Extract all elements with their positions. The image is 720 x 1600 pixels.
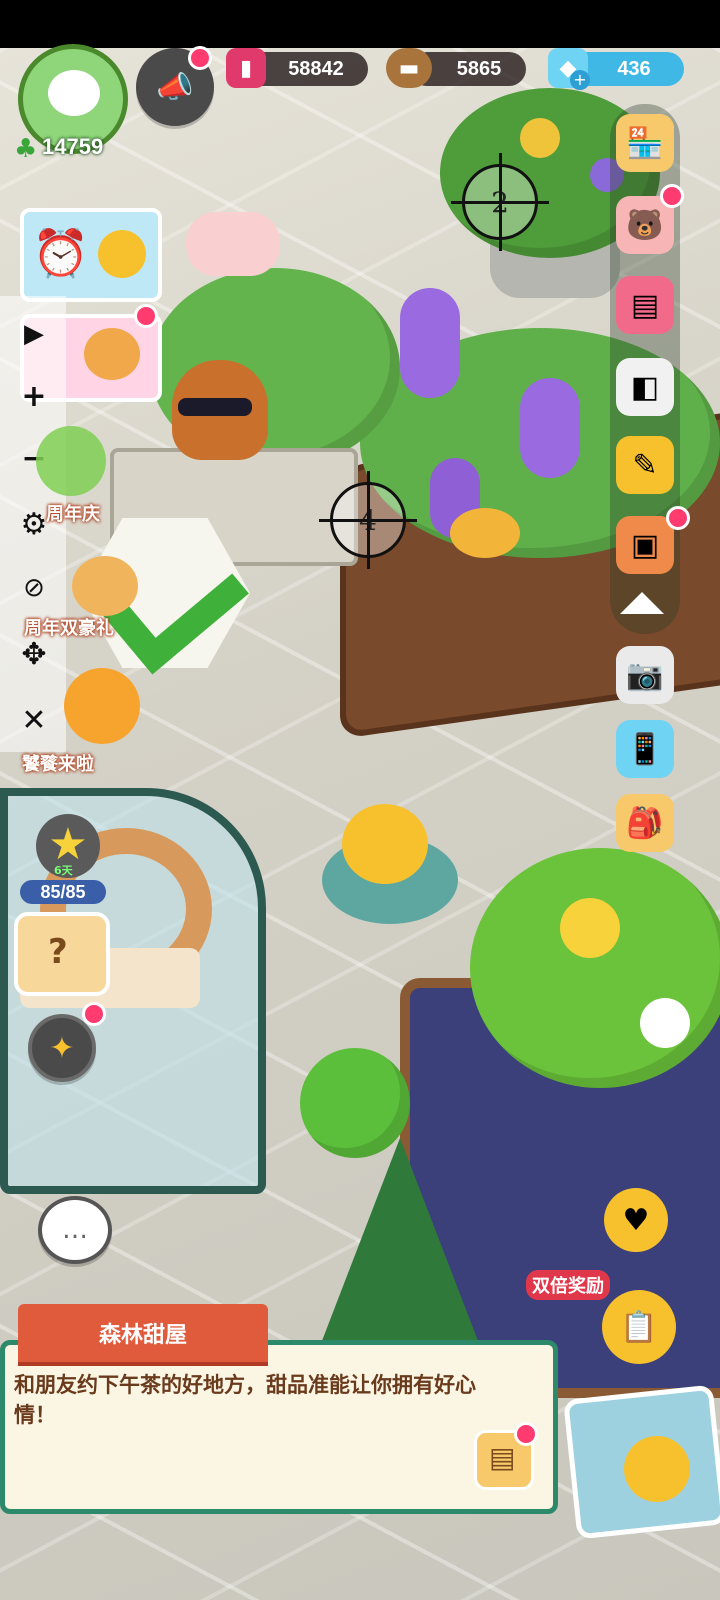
avatar-face <box>48 70 100 116</box>
gem-value: 436 <box>617 57 651 80</box>
building-description: 和朋友约下午茶的好地方，甜品准能让你拥有好心情！ <box>14 1373 476 1427</box>
clipboard-icon: ▤ <box>489 1441 516 1474</box>
hide-eye-icon[interactable]: ⊘ <box>14 568 54 608</box>
flower <box>560 898 620 958</box>
collapse-up-icon[interactable] <box>620 592 664 614</box>
add-gem-icon[interactable]: + <box>570 70 590 90</box>
food-bun-icon <box>84 328 140 380</box>
couple-duck-icon[interactable]: ♥ <box>604 1188 668 1252</box>
wash-icon[interactable]: ✎ <box>616 436 674 494</box>
flower <box>450 508 520 558</box>
lavender <box>400 288 460 398</box>
phone-icon[interactable]: 📱 <box>616 720 674 778</box>
notification-badge <box>188 46 212 70</box>
question-icon: ? <box>48 932 68 972</box>
potion-jar-icon: ▮ <box>226 48 266 88</box>
chat-button[interactable]: … <box>38 1196 112 1264</box>
wood-value: 5865 <box>456 57 502 80</box>
flower <box>520 118 560 158</box>
clover-icon: ♣ <box>14 134 38 164</box>
potion-value: 58842 <box>288 57 344 80</box>
notification-badge <box>666 506 690 530</box>
anniversary-label: 周年庆 <box>46 504 100 525</box>
building-title: 森林甜屋 <box>18 1304 268 1362</box>
bunny-badge[interactable] <box>186 212 280 276</box>
task-reward-button[interactable]: ✦ <box>28 1014 96 1082</box>
move-arrows-icon[interactable]: ✥ <box>14 634 54 674</box>
notification-badge <box>514 1422 538 1446</box>
quest-duck-icon[interactable]: 📋 <box>602 1290 676 1364</box>
clock-icon: ⏰ <box>32 226 90 280</box>
camera-icon[interactable]: 📷 <box>616 646 674 704</box>
play-icon[interactable]: ▶ <box>14 314 54 354</box>
plant <box>300 1048 410 1158</box>
wood-log-icon: ▬ <box>386 48 432 88</box>
sunglasses <box>178 398 252 416</box>
marker-number: 4 <box>359 503 377 537</box>
backpack-icon[interactable]: 🎒 <box>616 794 674 852</box>
double-reward-label: 双倍奖励 <box>526 1270 610 1300</box>
mystery-box-button[interactable]: ? <box>14 912 110 996</box>
notification-badge <box>134 304 158 328</box>
decor-icon[interactable]: ◧ <box>616 358 674 416</box>
close-icon[interactable]: ✕ <box>14 700 54 740</box>
tree-canopy <box>470 848 720 1088</box>
status-bar <box>0 0 720 48</box>
anniversary-gift-event[interactable] <box>72 556 138 616</box>
marker-number: 2 <box>491 185 509 219</box>
anniversary-gift-label: 周年双豪礼 <box>24 618 114 639</box>
flower <box>640 998 690 1048</box>
zoom-in-icon[interactable]: + <box>14 376 54 416</box>
notification-badge <box>82 1002 106 1026</box>
notification-badge <box>660 184 684 208</box>
duck-icon <box>98 230 146 278</box>
duck-character[interactable] <box>342 804 428 884</box>
placement-marker-4[interactable]: 4 <box>319 471 417 569</box>
clock-event-card[interactable]: ⏰ <box>20 208 162 302</box>
star-progress-value: 85/85 <box>20 880 106 904</box>
shop-icon[interactable]: 🏪 <box>616 114 674 172</box>
collection-icon[interactable]: ▤ <box>616 276 674 334</box>
glutton-event[interactable] <box>64 668 140 744</box>
lavender <box>520 378 580 478</box>
duck-map-icon <box>624 1436 690 1502</box>
chat-bubble-icon: … <box>62 1215 88 1245</box>
anniversary-event[interactable] <box>36 426 106 496</box>
recipe-book-icon[interactable]: ▣ <box>616 516 674 574</box>
player-level: 14759 <box>42 134 104 159</box>
megaphone-icon: 📣 <box>156 69 194 105</box>
glutton-label: 饕餮来啦 <box>22 754 94 775</box>
reward-icon: ✦ <box>49 1030 75 1066</box>
placement-marker-2[interactable]: 2 <box>451 153 549 251</box>
star-days: 6天 <box>54 864 73 877</box>
